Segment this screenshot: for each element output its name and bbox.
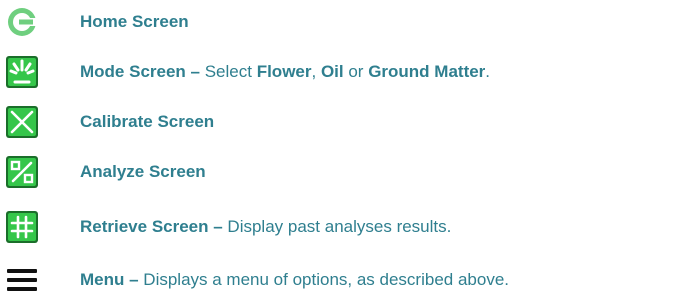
menu-icon <box>6 264 38 296</box>
legend-text-retrieve: Retrieve Screen – Display past analyses … <box>80 217 451 237</box>
legend-text-home: Home Screen <box>80 12 189 32</box>
seg: Analyze Screen <box>80 162 206 181</box>
seg: Retrieve Screen – <box>80 217 223 236</box>
legend-text-menu: Menu – Displays a menu of options, as de… <box>80 270 509 290</box>
retrieve-icon <box>6 211 38 243</box>
seg: or <box>343 62 369 81</box>
home-icon <box>6 6 38 38</box>
calibrate-icon <box>6 106 38 138</box>
seg: Home Screen <box>80 12 189 31</box>
seg: Mode Screen – <box>80 62 200 81</box>
seg: Calibrate Screen <box>80 112 215 131</box>
icon-legend: Home Screen Mode Screen – Select Flower,… <box>0 0 696 307</box>
legend-text-analyze: Analyze Screen <box>80 162 206 182</box>
seg: Displays a menu of options, as described… <box>138 270 509 289</box>
legend-row-analyze: Analyze Screen <box>0 152 696 192</box>
legend-text-mode: Mode Screen – Select Flower, Oil or Grou… <box>80 62 490 82</box>
analyze-icon <box>6 156 38 188</box>
seg: Flower <box>256 62 312 81</box>
seg: Ground Matter <box>368 62 486 81</box>
mode-icon <box>6 56 38 88</box>
seg: Menu – <box>80 270 139 289</box>
seg: , <box>311 62 321 81</box>
legend-row-mode: Mode Screen – Select Flower, Oil or Grou… <box>0 52 696 92</box>
legend-text-calibrate: Calibrate Screen <box>80 112 214 132</box>
legend-row-menu: Menu – Displays a menu of options, as de… <box>0 260 696 300</box>
seg: Select <box>200 62 257 81</box>
seg: . <box>485 62 491 81</box>
legend-row-calibrate: Calibrate Screen <box>0 102 696 142</box>
legend-row-home: Home Screen <box>0 2 696 42</box>
seg: Oil <box>320 62 344 81</box>
legend-row-retrieve: Retrieve Screen – Display past analyses … <box>0 207 696 247</box>
seg: Display past analyses results. <box>222 217 452 236</box>
